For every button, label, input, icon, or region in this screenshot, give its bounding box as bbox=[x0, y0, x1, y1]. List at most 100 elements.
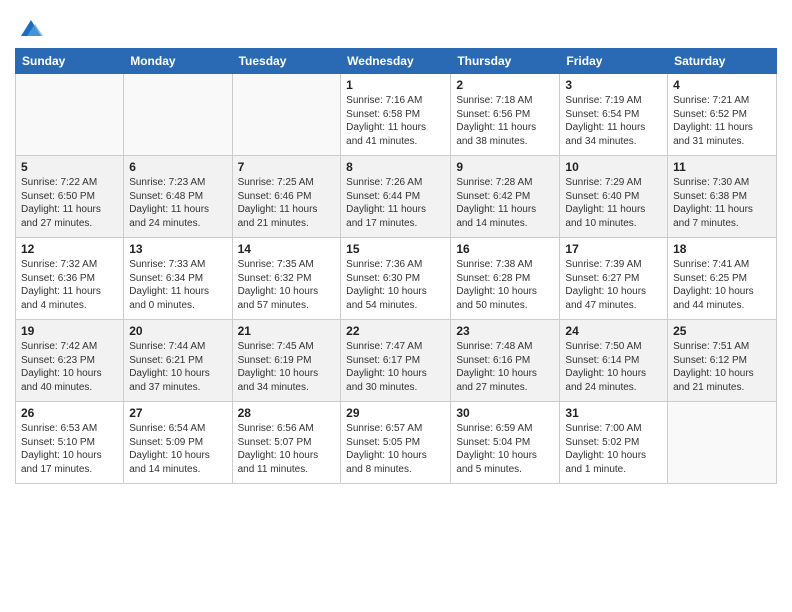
calendar-cell: 2Sunrise: 7:18 AMSunset: 6:56 PMDaylight… bbox=[451, 74, 560, 156]
day-info: Sunrise: 6:53 AMSunset: 5:10 PMDaylight:… bbox=[21, 422, 118, 476]
header-friday: Friday bbox=[560, 49, 668, 74]
day-info: Sunrise: 6:57 AMSunset: 5:05 PMDaylight:… bbox=[346, 422, 445, 476]
day-info: Sunrise: 7:30 AMSunset: 6:38 PMDaylight:… bbox=[673, 176, 771, 230]
day-number: 7 bbox=[238, 160, 336, 174]
day-number: 8 bbox=[346, 160, 445, 174]
day-number: 20 bbox=[129, 324, 226, 338]
calendar-cell: 28Sunrise: 6:56 AMSunset: 5:07 PMDayligh… bbox=[232, 402, 341, 484]
day-info: Sunrise: 7:32 AMSunset: 6:36 PMDaylight:… bbox=[21, 258, 118, 312]
day-info: Sunrise: 7:19 AMSunset: 6:54 PMDaylight:… bbox=[565, 94, 662, 148]
day-number: 24 bbox=[565, 324, 662, 338]
day-info: Sunrise: 7:21 AMSunset: 6:52 PMDaylight:… bbox=[673, 94, 771, 148]
day-info: Sunrise: 7:29 AMSunset: 6:40 PMDaylight:… bbox=[565, 176, 662, 230]
calendar-cell: 5Sunrise: 7:22 AMSunset: 6:50 PMDaylight… bbox=[16, 156, 124, 238]
logo bbox=[15, 14, 45, 42]
day-info: Sunrise: 7:47 AMSunset: 6:17 PMDaylight:… bbox=[346, 340, 445, 394]
header-monday: Monday bbox=[124, 49, 232, 74]
day-number: 29 bbox=[346, 406, 445, 420]
day-info: Sunrise: 7:16 AMSunset: 6:58 PMDaylight:… bbox=[346, 94, 445, 148]
day-info: Sunrise: 7:36 AMSunset: 6:30 PMDaylight:… bbox=[346, 258, 445, 312]
calendar-cell: 22 Sunrise: 7:47 AMSunset: 6:17 PMDayligh… bbox=[341, 320, 451, 402]
logo-icon bbox=[17, 14, 45, 42]
calendar-cell: 30 Sunrise: 6:59 AMSunset: 5:04 PMDayligh… bbox=[451, 402, 560, 484]
day-info: Sunrise: 7:18 AMSunset: 6:56 PMDaylight:… bbox=[456, 94, 554, 148]
calendar-cell: 24 Sunrise: 7:50 AMSunset: 6:14 PMDayligh… bbox=[560, 320, 668, 402]
calendar-cell: 25Sunrise: 7:51 AMSunset: 6:12 PMDayligh… bbox=[668, 320, 777, 402]
day-number: 6 bbox=[129, 160, 226, 174]
day-info: Sunrise: 7:44 AMSunset: 6:21 PMDaylight:… bbox=[129, 340, 226, 394]
calendar-cell bbox=[16, 74, 124, 156]
day-number: 27 bbox=[129, 406, 226, 420]
day-number: 19 bbox=[21, 324, 118, 338]
calendar-cell bbox=[124, 74, 232, 156]
calendar-cell: 31 Sunrise: 7:00 AMSunset: 5:02 PMDayligh… bbox=[560, 402, 668, 484]
day-number: 12 bbox=[21, 242, 118, 256]
header-sunday: Sunday bbox=[16, 49, 124, 74]
day-info: Sunrise: 6:56 AMSunset: 5:07 PMDaylight:… bbox=[238, 422, 336, 476]
calendar-week-2: 5Sunrise: 7:22 AMSunset: 6:50 PMDaylight… bbox=[16, 156, 777, 238]
day-number: 5 bbox=[21, 160, 118, 174]
day-info: Sunrise: 7:39 AMSunset: 6:27 PMDaylight:… bbox=[565, 258, 662, 312]
calendar-cell: 23Sunrise: 7:48 AMSunset: 6:16 PMDayligh… bbox=[451, 320, 560, 402]
day-number: 18 bbox=[673, 242, 771, 256]
day-number: 15 bbox=[346, 242, 445, 256]
calendar-cell: 6Sunrise: 7:23 AMSunset: 6:48 PMDaylight… bbox=[124, 156, 232, 238]
calendar-cell: 26Sunrise: 6:53 AMSunset: 5:10 PMDayligh… bbox=[16, 402, 124, 484]
day-number: 10 bbox=[565, 160, 662, 174]
calendar-cell: 7 Sunrise: 7:25 AMSunset: 6:46 PMDaylight… bbox=[232, 156, 341, 238]
day-number: 22 bbox=[346, 324, 445, 338]
day-number: 9 bbox=[456, 160, 554, 174]
calendar-week-5: 26Sunrise: 6:53 AMSunset: 5:10 PMDayligh… bbox=[16, 402, 777, 484]
day-info: Sunrise: 7:45 AMSunset: 6:19 PMDaylight:… bbox=[238, 340, 336, 394]
day-info: Sunrise: 7:28 AMSunset: 6:42 PMDaylight:… bbox=[456, 176, 554, 230]
day-info: Sunrise: 7:33 AMSunset: 6:34 PMDaylight:… bbox=[129, 258, 226, 312]
day-info: Sunrise: 6:54 AMSunset: 5:09 PMDaylight:… bbox=[129, 422, 226, 476]
calendar-cell: 20 Sunrise: 7:44 AMSunset: 6:21 PMDayligh… bbox=[124, 320, 232, 402]
day-info: Sunrise: 6:59 AMSunset: 5:04 PMDaylight:… bbox=[456, 422, 554, 476]
calendar-cell: 3 Sunrise: 7:19 AMSunset: 6:54 PMDaylight… bbox=[560, 74, 668, 156]
header-tuesday: Tuesday bbox=[232, 49, 341, 74]
page-header bbox=[15, 10, 777, 42]
day-number: 1 bbox=[346, 78, 445, 92]
day-number: 21 bbox=[238, 324, 336, 338]
day-number: 17 bbox=[565, 242, 662, 256]
calendar-cell: 19 Sunrise: 7:42 AMSunset: 6:23 PMDayligh… bbox=[16, 320, 124, 402]
calendar-cell: 12 Sunrise: 7:32 AMSunset: 6:36 PMDayligh… bbox=[16, 238, 124, 320]
day-number: 23 bbox=[456, 324, 554, 338]
day-info: Sunrise: 7:35 AMSunset: 6:32 PMDaylight:… bbox=[238, 258, 336, 312]
day-info: Sunrise: 7:42 AMSunset: 6:23 PMDaylight:… bbox=[21, 340, 118, 394]
header-thursday: Thursday bbox=[451, 49, 560, 74]
calendar-cell: 8 Sunrise: 7:26 AMSunset: 6:44 PMDaylight… bbox=[341, 156, 451, 238]
calendar-cell: 9 Sunrise: 7:28 AMSunset: 6:42 PMDaylight… bbox=[451, 156, 560, 238]
header-saturday: Saturday bbox=[668, 49, 777, 74]
calendar-cell: 4 Sunrise: 7:21 AMSunset: 6:52 PMDaylight… bbox=[668, 74, 777, 156]
day-number: 25 bbox=[673, 324, 771, 338]
day-info: Sunrise: 7:25 AMSunset: 6:46 PMDaylight:… bbox=[238, 176, 336, 230]
day-info: Sunrise: 7:41 AMSunset: 6:25 PMDaylight:… bbox=[673, 258, 771, 312]
day-number: 4 bbox=[673, 78, 771, 92]
day-info: Sunrise: 7:38 AMSunset: 6:28 PMDaylight:… bbox=[456, 258, 554, 312]
day-number: 3 bbox=[565, 78, 662, 92]
calendar-week-1: 1 Sunrise: 7:16 AMSunset: 6:58 PMDaylight… bbox=[16, 74, 777, 156]
calendar-cell: 11 Sunrise: 7:30 AMSunset: 6:38 PMDayligh… bbox=[668, 156, 777, 238]
calendar-week-3: 12 Sunrise: 7:32 AMSunset: 6:36 PMDayligh… bbox=[16, 238, 777, 320]
calendar-cell: 15 Sunrise: 7:36 AMSunset: 6:30 PMDayligh… bbox=[341, 238, 451, 320]
calendar-cell: 21 Sunrise: 7:45 AMSunset: 6:19 PMDayligh… bbox=[232, 320, 341, 402]
day-number: 11 bbox=[673, 160, 771, 174]
calendar-header-row: SundayMondayTuesdayWednesdayThursdayFrid… bbox=[16, 49, 777, 74]
day-number: 14 bbox=[238, 242, 336, 256]
calendar-cell: 13 Sunrise: 7:33 AMSunset: 6:34 PMDayligh… bbox=[124, 238, 232, 320]
day-info: Sunrise: 7:26 AMSunset: 6:44 PMDaylight:… bbox=[346, 176, 445, 230]
header-wednesday: Wednesday bbox=[341, 49, 451, 74]
day-number: 31 bbox=[565, 406, 662, 420]
calendar-cell: 18 Sunrise: 7:41 AMSunset: 6:25 PMDayligh… bbox=[668, 238, 777, 320]
day-number: 16 bbox=[456, 242, 554, 256]
day-info: Sunrise: 7:00 AMSunset: 5:02 PMDaylight:… bbox=[565, 422, 662, 476]
day-number: 13 bbox=[129, 242, 226, 256]
day-number: 30 bbox=[456, 406, 554, 420]
calendar-cell bbox=[232, 74, 341, 156]
calendar-cell: 14 Sunrise: 7:35 AMSunset: 6:32 PMDayligh… bbox=[232, 238, 341, 320]
day-info: Sunrise: 7:50 AMSunset: 6:14 PMDaylight:… bbox=[565, 340, 662, 394]
calendar-cell bbox=[668, 402, 777, 484]
calendar-cell: 10 Sunrise: 7:29 AMSunset: 6:40 PMDayligh… bbox=[560, 156, 668, 238]
